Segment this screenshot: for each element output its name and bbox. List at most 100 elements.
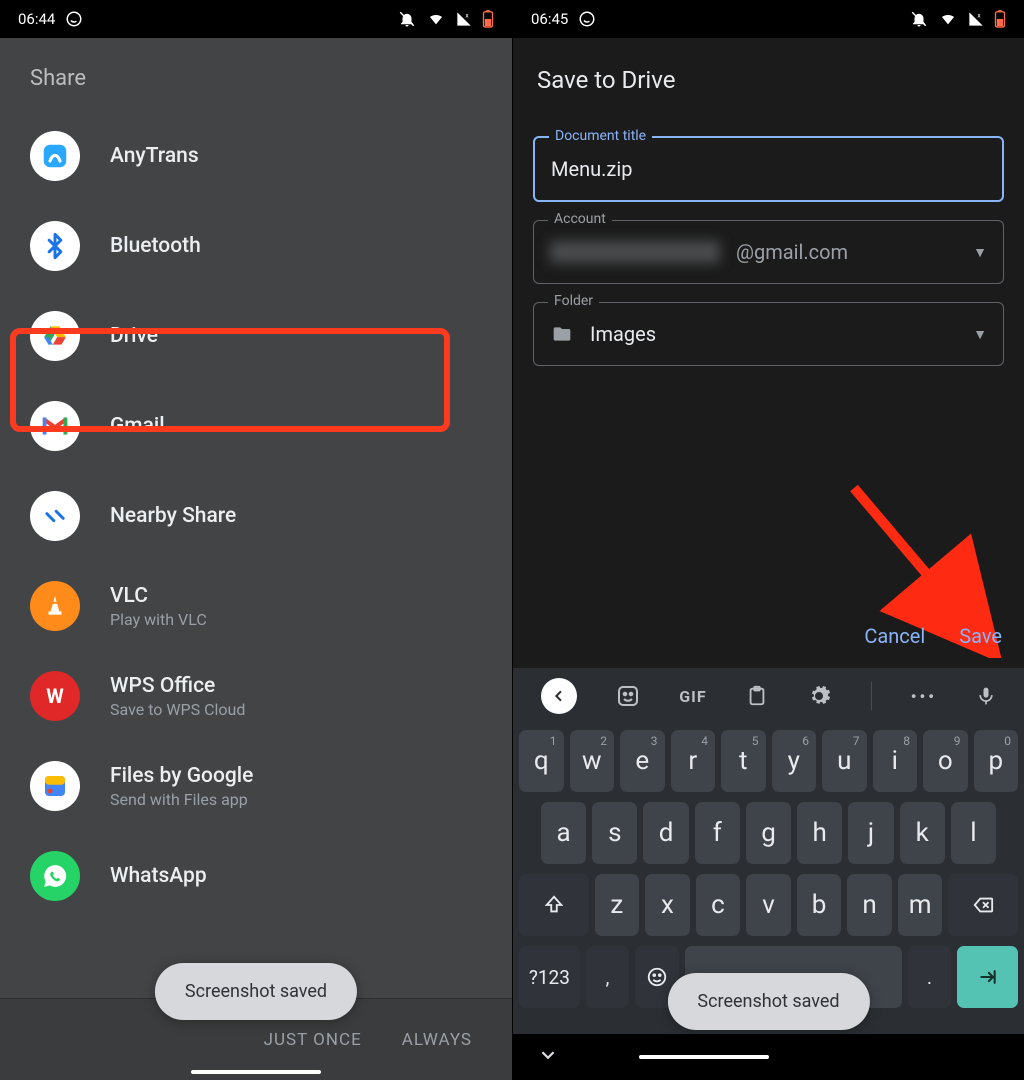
always-button[interactable]: ALWAYS	[402, 1030, 472, 1050]
signal-icon: x	[968, 11, 984, 27]
chevron-down-icon: ▼	[973, 326, 987, 343]
whatsapp-icon	[30, 851, 80, 901]
gear-icon[interactable]	[807, 684, 831, 708]
key-x[interactable]: x	[645, 874, 690, 936]
gif-button[interactable]: GIF	[679, 687, 706, 706]
soft-keyboard[interactable]: GIF ••• q1w2e3r4t5y6u7i8o9p0 asdfghjkl z…	[513, 668, 1024, 1080]
status-bar: 06:45 x	[513, 0, 1024, 38]
folder-icon	[550, 324, 574, 344]
shift-key[interactable]	[519, 874, 589, 936]
enter-key[interactable]	[957, 946, 1018, 1008]
anytrans-icon	[30, 131, 80, 181]
key-z[interactable]: z	[595, 874, 640, 936]
key-c[interactable]: c	[696, 874, 741, 936]
share-item-vlc[interactable]: VLC Play with VLC	[0, 561, 512, 651]
key-m[interactable]: m	[898, 874, 943, 936]
key-s[interactable]: s	[592, 802, 637, 864]
key-o[interactable]: o9	[923, 730, 968, 792]
field-label: Account	[548, 211, 612, 227]
share-item-sub: Send with Files app	[110, 790, 253, 809]
key-b[interactable]: b	[797, 874, 842, 936]
share-item-sub: Play with VLC	[110, 610, 207, 629]
phone-left: 06:44 x Share AnyTrans Bluetooth	[0, 0, 512, 1080]
share-item-whatsapp[interactable]: WhatsApp	[0, 831, 512, 921]
key-u[interactable]: u7	[822, 730, 867, 792]
key-v[interactable]: v	[746, 874, 791, 936]
folder-value: Images	[590, 322, 656, 346]
share-item-label: VLC	[110, 584, 207, 608]
share-item-wps[interactable]: W WPS Office Save to WPS Cloud	[0, 651, 512, 741]
key-d[interactable]: d	[643, 802, 688, 864]
share-item-nearby[interactable]: Nearby Share	[0, 471, 512, 561]
vlc-icon	[30, 581, 80, 631]
key-i[interactable]: i8	[873, 730, 918, 792]
key-f[interactable]: f	[695, 802, 740, 864]
bluetooth-icon	[30, 221, 80, 271]
key-t[interactable]: t5	[721, 730, 766, 792]
status-bar: 06:44 x	[0, 0, 512, 38]
share-item-gmail[interactable]: Gmail	[0, 381, 512, 471]
symbols-key[interactable]: ?123	[519, 946, 580, 1008]
whatsapp-status-icon	[65, 10, 83, 28]
key-g[interactable]: g	[746, 802, 791, 864]
document-title-field[interactable]: Document title Menu.zip	[533, 136, 1004, 202]
wifi-icon	[938, 11, 958, 27]
svg-text:x: x	[465, 12, 469, 20]
comma-key[interactable]: ,	[586, 946, 629, 1008]
share-item-files[interactable]: Files by Google Send with Files app	[0, 741, 512, 831]
gmail-icon	[30, 401, 80, 451]
key-n[interactable]: n	[847, 874, 892, 936]
share-item-bluetooth[interactable]: Bluetooth	[0, 201, 512, 291]
share-item-label: Gmail	[110, 414, 165, 438]
key-w[interactable]: w2	[570, 730, 615, 792]
wps-icon: W	[30, 671, 80, 721]
battery-icon	[994, 10, 1006, 28]
key-y[interactable]: y6	[772, 730, 817, 792]
key-l[interactable]: l	[951, 802, 996, 864]
key-k[interactable]: k	[900, 802, 945, 864]
key-h[interactable]: h	[797, 802, 842, 864]
account-field[interactable]: Account @gmail.com ▼	[533, 220, 1004, 284]
phone-right: 06:45 x Save to Drive Document title Men…	[512, 0, 1024, 1080]
account-redacted	[550, 241, 720, 263]
nav-bar	[513, 1034, 1024, 1080]
folder-field[interactable]: Folder Images ▼	[533, 302, 1004, 366]
share-list: AnyTrans Bluetooth Drive Gmail	[0, 111, 512, 921]
period-key[interactable]: .	[908, 946, 951, 1008]
home-indicator[interactable]	[191, 1070, 321, 1074]
share-item-label: WPS Office	[110, 674, 245, 698]
svg-text:x: x	[977, 12, 981, 20]
wifi-icon	[426, 11, 446, 27]
keyboard-back-icon[interactable]	[541, 678, 577, 714]
key-r[interactable]: r4	[671, 730, 716, 792]
home-indicator[interactable]	[639, 1055, 769, 1059]
share-item-label: AnyTrans	[110, 144, 199, 168]
whatsapp-status-icon	[578, 10, 596, 28]
sticker-icon[interactable]	[616, 684, 640, 708]
share-item-label: Files by Google	[110, 764, 253, 788]
share-item-anytrans[interactable]: AnyTrans	[0, 111, 512, 201]
battery-icon	[482, 10, 494, 28]
share-title: Share	[0, 38, 512, 111]
status-time: 06:45	[531, 10, 568, 28]
mic-icon[interactable]	[976, 684, 996, 708]
backspace-key[interactable]	[948, 874, 1018, 936]
key-j[interactable]: j	[848, 802, 893, 864]
save-button[interactable]: Save	[959, 624, 1002, 648]
just-once-button[interactable]: JUST ONCE	[264, 1030, 362, 1050]
clipboard-icon[interactable]	[746, 684, 768, 708]
key-e[interactable]: e3	[620, 730, 665, 792]
key-q[interactable]: q1	[519, 730, 564, 792]
toast: Screenshot saved	[667, 973, 869, 1030]
keyboard-toolbar: GIF •••	[513, 668, 1024, 724]
cancel-button[interactable]: Cancel	[864, 624, 925, 648]
account-suffix: @gmail.com	[736, 240, 848, 264]
key-p[interactable]: p0	[974, 730, 1019, 792]
share-item-label: WhatsApp	[110, 864, 207, 888]
share-item-drive[interactable]: Drive	[0, 291, 512, 381]
more-icon[interactable]: •••	[911, 687, 937, 706]
key-a[interactable]: a	[541, 802, 586, 864]
share-item-label: Nearby Share	[110, 504, 236, 528]
share-sheet: Share AnyTrans Bluetooth Drive	[0, 38, 512, 1080]
keyboard-collapse-icon[interactable]	[537, 1044, 559, 1070]
